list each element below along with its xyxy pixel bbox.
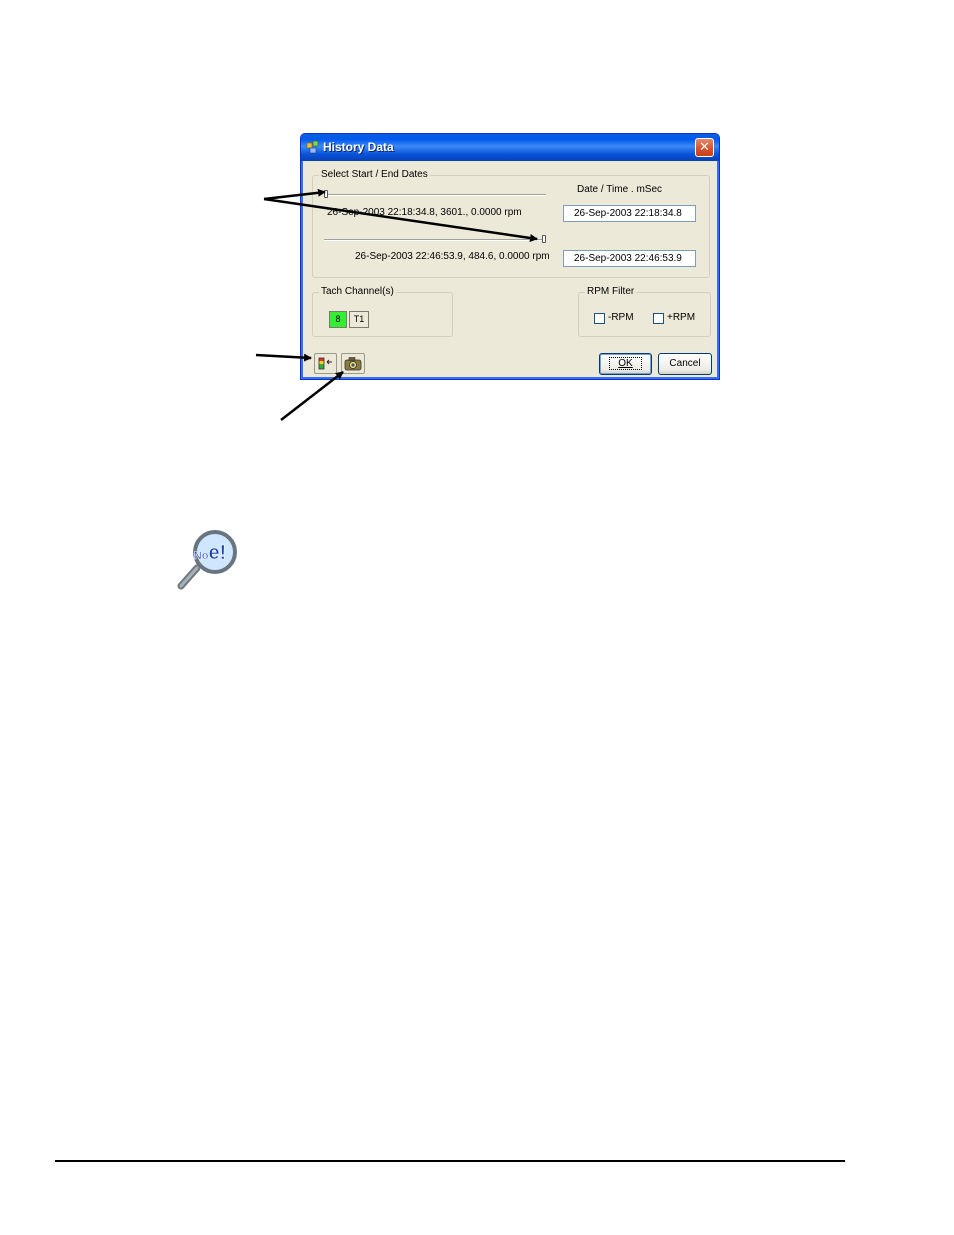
end-slider-arrow [263,197,538,242]
callout-arrows [255,188,538,421]
range-selector-arrow [255,353,312,362]
footer-rule [55,1160,845,1162]
snapshot-arrow [280,371,344,421]
start-slider-arrow [263,188,326,201]
note-magnifier-icon: Noe! [177,530,237,590]
